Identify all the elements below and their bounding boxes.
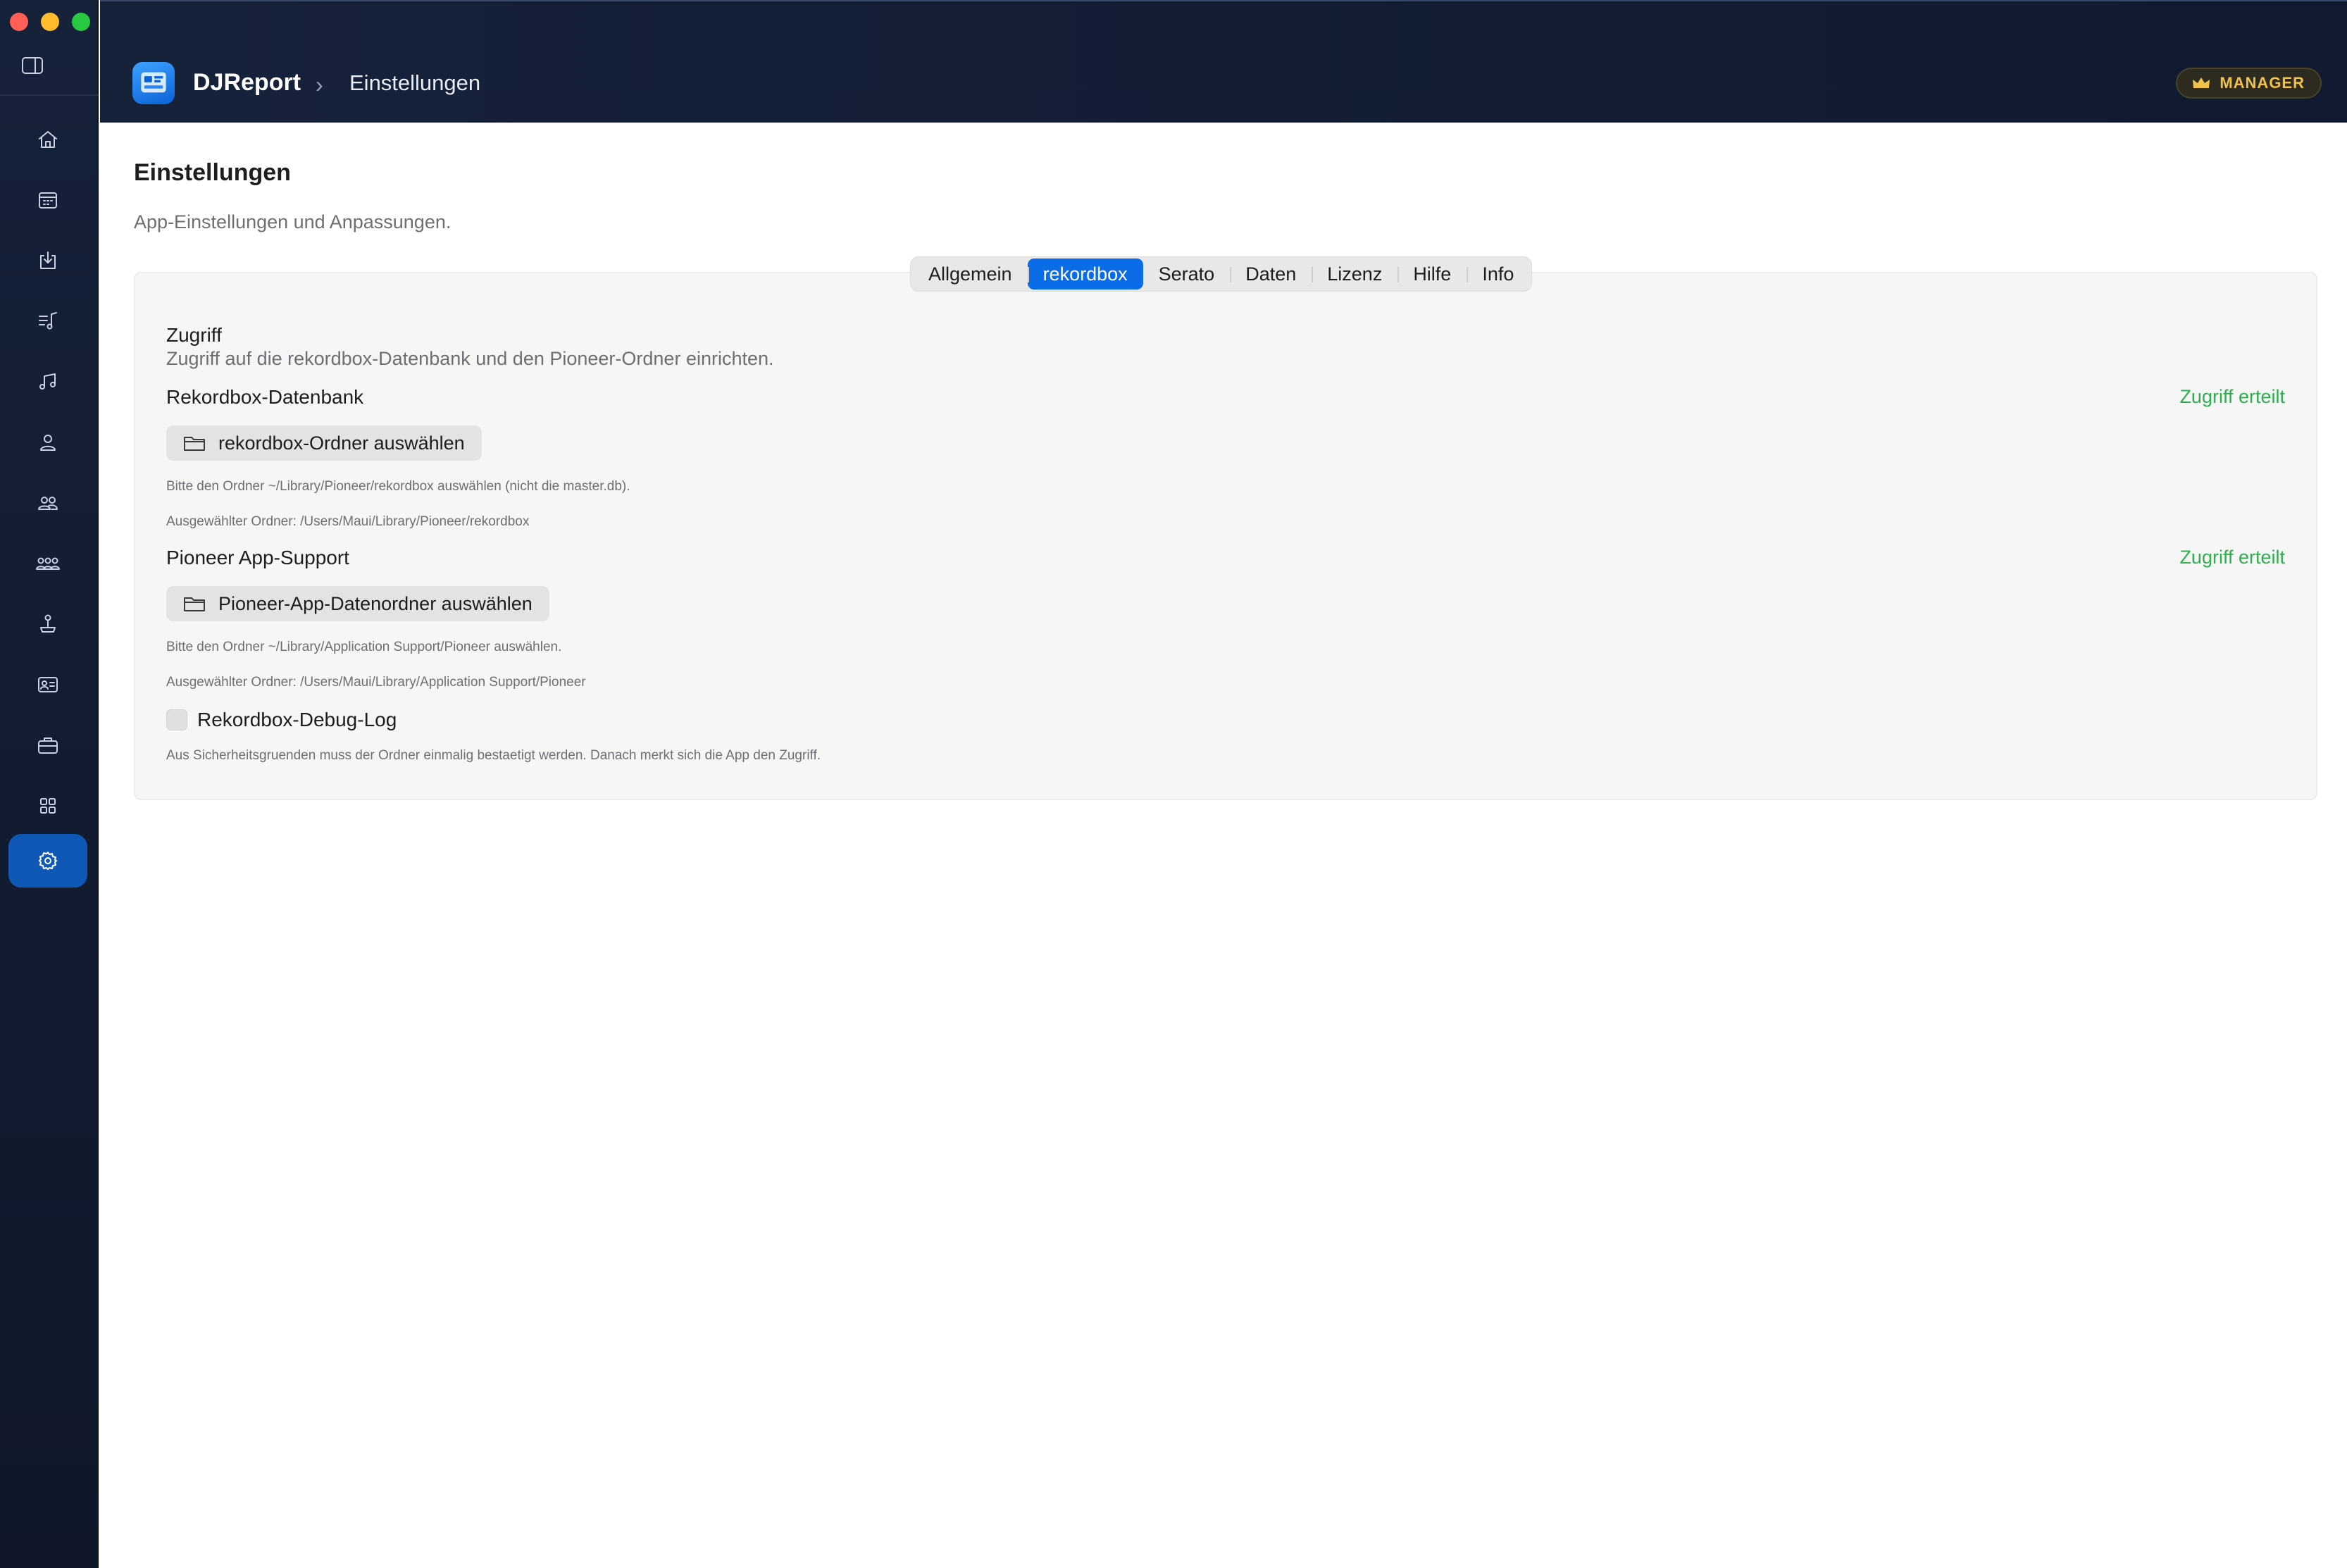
person-icon [40, 435, 56, 451]
access-section-title: Zugriff [166, 324, 222, 346]
pioneer-folder-hint: Bitte den Ordner ~/Library/Application S… [166, 640, 562, 654]
choose-pioneer-folder-button[interactable]: Pioneer-App-Datenordner auswählen [166, 586, 549, 621]
role-badge-label: MANAGER [2220, 74, 2305, 92]
page-title: Einstellungen [134, 159, 291, 186]
window-controls [10, 13, 90, 31]
sidebar-item-import[interactable] [8, 234, 87, 287]
main-content: Einstellungen App-Einstellungen und Anpa… [100, 123, 2347, 1568]
sidebar-item-home[interactable] [8, 113, 87, 166]
calendar-icon [39, 192, 57, 209]
choose-rekordbox-folder-button[interactable]: rekordbox-Ordner auswählen [166, 425, 482, 461]
tray-download-icon [40, 251, 56, 269]
group-icon [36, 557, 60, 570]
sidebar-item-contact-card[interactable] [8, 658, 87, 711]
joystick-icon [40, 614, 56, 633]
sidebar-item-groups[interactable] [8, 537, 87, 590]
tab-serato[interactable]: Serato [1143, 259, 1231, 290]
breadcrumb-current: Einstellungen [349, 70, 481, 95]
gear-icon [39, 852, 57, 870]
app-name: DJReport [193, 69, 301, 96]
role-badge: MANAGER [2176, 68, 2322, 99]
debug-log-row: Rekordbox-Debug-Log [166, 709, 397, 731]
folder-icon [184, 597, 205, 611]
home-icon [39, 131, 57, 148]
page-subtitle: App-Einstellungen und Anpassungen. [134, 211, 452, 232]
pioneer-access-status: Zugriff erteilt [2179, 547, 2285, 568]
debug-log-checkbox[interactable] [166, 709, 187, 730]
rekordbox-selected-folder: Ausgewählter Ordner: /Users/Maui/Library… [166, 514, 530, 529]
rekordbox-db-label: Rekordbox-Datenbank [166, 386, 364, 408]
tab-rekordbox[interactable]: rekordbox [1027, 259, 1143, 290]
pioneer-support-label: Pioneer App-Support [166, 547, 349, 568]
top-bar: DJReport › Einstellungen MANAGER [100, 0, 2347, 123]
breadcrumb-separator: › [316, 72, 323, 97]
app-logo-icon [132, 62, 175, 104]
zoom-window-button[interactable] [72, 13, 90, 31]
tab-allgemein[interactable]: Allgemein [913, 259, 1028, 290]
sidebar-item-person[interactable] [8, 416, 87, 469]
briefcase-icon [38, 738, 58, 754]
tab-info[interactable]: Info [1467, 259, 1529, 290]
rekordbox-folder-hint: Bitte den Ordner ~/Library/Pioneer/rekor… [166, 479, 630, 494]
sidebar-item-settings[interactable] [8, 834, 87, 888]
contact-card-icon [38, 677, 58, 692]
sidebar-divider [0, 94, 99, 96]
tab-hilfe[interactable]: Hilfe [1397, 259, 1467, 290]
sidebar-item-playlists[interactable] [8, 294, 87, 348]
sidebar-item-joystick[interactable] [8, 597, 87, 651]
choose-rekordbox-folder-label: rekordbox-Ordner auswählen [218, 432, 465, 454]
settings-tabs: Allgemein rekordbox Serato Daten Lizenz … [910, 256, 1533, 292]
two-people-icon [38, 497, 58, 510]
choose-pioneer-folder-label: Pioneer-App-Datenordner auswählen [218, 592, 533, 614]
folder-icon [184, 437, 205, 451]
grid-icon [40, 798, 56, 814]
close-window-button[interactable] [10, 13, 28, 31]
music-notes-icon [39, 373, 56, 390]
tab-daten[interactable]: Daten [1230, 259, 1312, 290]
pioneer-selected-folder: Ausgewählter Ordner: /Users/Maui/Library… [166, 675, 586, 690]
minimize-window-button[interactable] [41, 13, 59, 31]
sidebar-item-people[interactable] [8, 476, 87, 530]
crown-icon [2193, 77, 2210, 88]
sidebar-toggle-icon[interactable] [21, 56, 44, 75]
music-list-icon [39, 312, 57, 330]
sidebar-item-briefcase[interactable] [8, 718, 87, 772]
sidebar-item-apps[interactable] [8, 779, 87, 833]
access-section-subtitle: Zugriff auf die rekordbox-Datenbank und … [166, 348, 774, 369]
sidebar [0, 0, 99, 1568]
security-footnote: Aus Sicherheitsgruenden muss der Ordner … [166, 748, 821, 763]
sidebar-item-tracks[interactable] [8, 355, 87, 409]
debug-log-label[interactable]: Rekordbox-Debug-Log [197, 709, 397, 731]
sidebar-item-calendar[interactable] [8, 173, 87, 227]
rekordbox-access-status: Zugriff erteilt [2179, 386, 2285, 407]
tab-lizenz[interactable]: Lizenz [1312, 259, 1397, 290]
